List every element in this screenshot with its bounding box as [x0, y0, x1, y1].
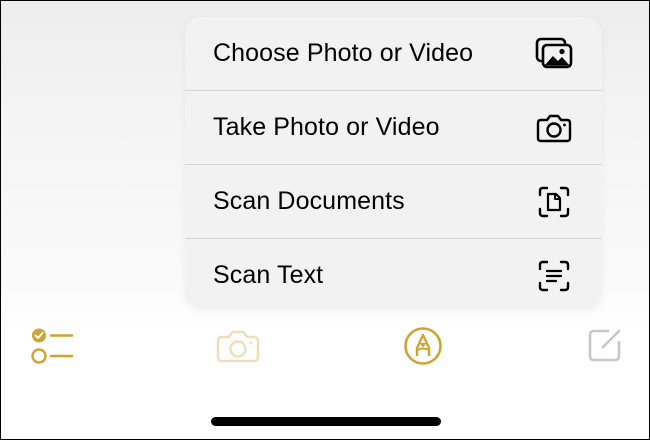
camera-icon: [534, 108, 574, 148]
checklist-icon: [30, 327, 74, 372]
markup-pen-icon: [403, 326, 443, 371]
checklist-button[interactable]: [29, 327, 75, 372]
choose-photo-or-video-item[interactable]: Choose Photo or Video: [185, 17, 602, 90]
compose-icon: [586, 326, 624, 369]
menu-item-label: Scan Text: [213, 261, 324, 289]
scan-text-item[interactable]: Scan Text: [185, 239, 602, 309]
scan-document-icon: [534, 182, 574, 222]
markup-button[interactable]: [402, 326, 444, 371]
scan-documents-item[interactable]: Scan Documents: [185, 165, 602, 238]
camera-button[interactable]: [215, 329, 261, 367]
compose-button[interactable]: [585, 327, 625, 367]
photo-library-icon: [534, 34, 574, 74]
menu-item-label: Take Photo or Video: [213, 113, 440, 141]
attachment-menu: Choose Photo or Video Take Photo or Vide…: [185, 17, 602, 309]
take-photo-or-video-item[interactable]: Take Photo or Video: [185, 91, 602, 164]
camera-icon: [216, 329, 260, 368]
menu-item-label: Scan Documents: [213, 187, 405, 215]
scan-text-icon: [534, 256, 574, 296]
home-indicator: [211, 417, 441, 426]
menu-item-label: Choose Photo or Video: [213, 39, 474, 67]
screen: Choose Photo or Video Take Photo or Vide…: [0, 0, 650, 440]
